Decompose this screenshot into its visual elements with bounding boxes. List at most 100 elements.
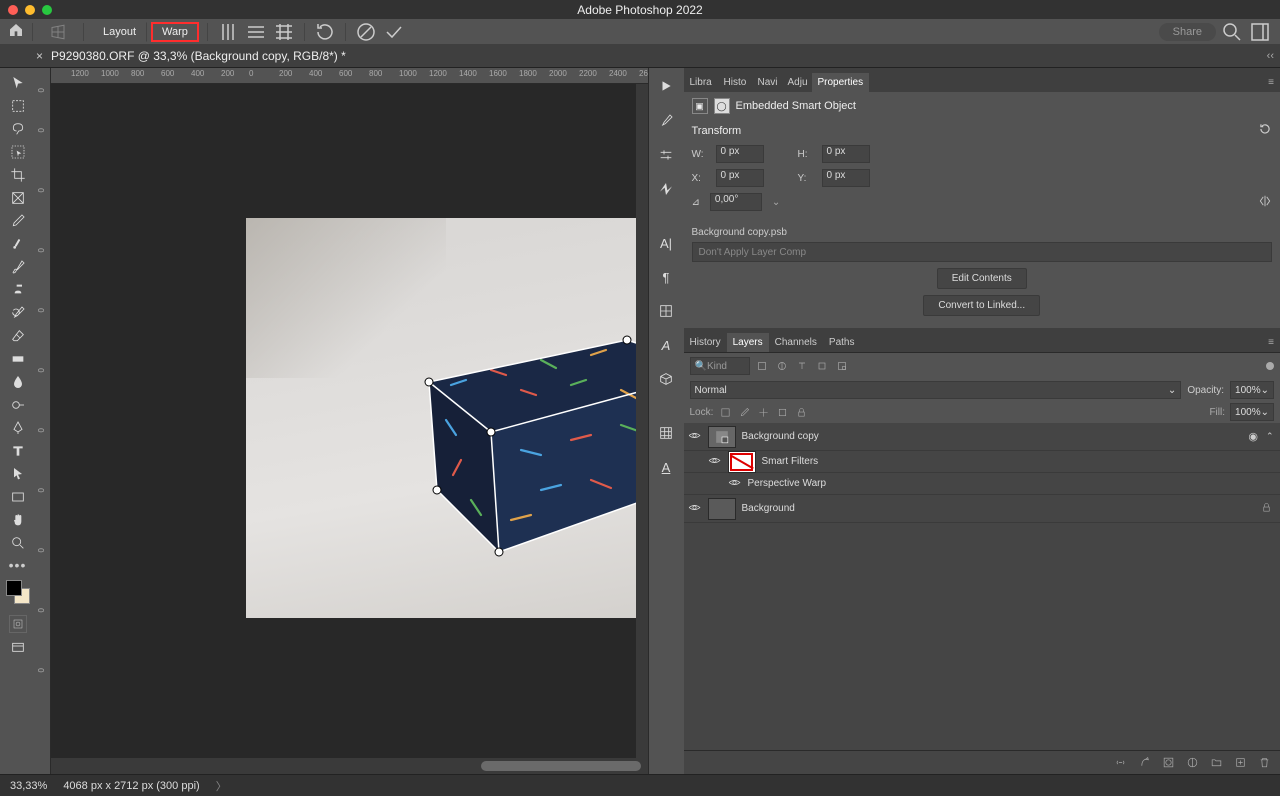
layer-name[interactable]: Background — [742, 503, 1256, 514]
properties-tab[interactable]: Properties — [812, 73, 870, 92]
search-icon[interactable] — [1220, 20, 1244, 44]
auto-warp-icon[interactable] — [272, 20, 296, 44]
straighten-vertical-icon[interactable] — [216, 20, 240, 44]
collapse-panels-icon[interactable]: ‹‹ — [1267, 50, 1274, 62]
filter-mask-thumbnail[interactable] — [728, 451, 756, 473]
height-input[interactable]: 0 px — [822, 145, 870, 163]
lasso-tool[interactable] — [4, 118, 32, 140]
blend-mode-select[interactable]: Normal⌄ — [690, 381, 1182, 399]
dodge-tool[interactable] — [4, 394, 32, 416]
filter-smart-icon[interactable] — [834, 358, 850, 374]
cancel-icon[interactable] — [354, 20, 378, 44]
actions-play-icon[interactable] — [652, 74, 680, 98]
3d-panel-icon[interactable] — [653, 366, 679, 392]
filter-toggle[interactable] — [1266, 362, 1274, 370]
lock-artboard-icon[interactable] — [775, 405, 789, 419]
brushes-panel-icon[interactable] — [653, 108, 679, 134]
window-zoom[interactable] — [42, 5, 52, 15]
layer-thumbnail[interactable] — [708, 426, 736, 448]
channels-tab[interactable]: Channels — [769, 333, 823, 352]
object-selection-tool[interactable] — [4, 141, 32, 163]
adjustment-layer-icon[interactable] — [1186, 756, 1200, 770]
paths-tab[interactable]: Paths — [823, 333, 861, 352]
filter-type-icon[interactable] — [794, 358, 810, 374]
gradient-tool[interactable] — [4, 348, 32, 370]
layers-tab[interactable]: Layers — [727, 333, 769, 352]
visibility-toggle[interactable] — [728, 476, 742, 492]
warp-mode-button[interactable]: Warp — [151, 22, 199, 42]
edit-contents-button[interactable]: Edit Contents — [937, 268, 1027, 289]
pen-tool[interactable] — [4, 417, 32, 439]
layer-row[interactable]: Background — [684, 495, 1280, 523]
color-swatches[interactable] — [4, 578, 32, 606]
delete-layer-icon[interactable] — [1258, 756, 1272, 770]
screen-mode-icon[interactable] — [4, 637, 32, 659]
history-brush-tool[interactable] — [4, 302, 32, 324]
angle-dropdown-icon[interactable]: ⌄ — [772, 197, 780, 208]
window-minimize[interactable] — [25, 5, 35, 15]
doc-dimensions[interactable]: 4068 px x 2712 px (300 ppi) — [63, 780, 199, 792]
visibility-toggle[interactable] — [688, 501, 702, 517]
x-input[interactable]: 0 px — [716, 169, 764, 187]
frame-tool[interactable] — [4, 187, 32, 209]
crop-tool[interactable] — [4, 164, 32, 186]
edit-toolbar[interactable]: ••• — [9, 557, 27, 573]
layer-filter-kind[interactable]: 🔍 Kind — [690, 357, 750, 375]
commit-icon[interactable] — [382, 20, 406, 44]
link-layers-icon[interactable] — [1114, 756, 1128, 770]
move-tool[interactable] — [4, 72, 32, 94]
clone-stamp-tool[interactable] — [4, 279, 32, 301]
visibility-toggle[interactable] — [708, 454, 722, 470]
document-tab-title[interactable]: P9290380.ORF @ 33,3% (Background copy, R… — [51, 49, 346, 63]
lock-all-icon[interactable] — [794, 405, 808, 419]
expand-icon[interactable]: ⌃ — [1266, 431, 1276, 442]
layer-name[interactable]: Background copy — [742, 431, 1243, 442]
close-document-icon[interactable]: × — [36, 49, 43, 63]
layout-mode-button[interactable]: Layout — [92, 22, 147, 42]
status-chevron-icon[interactable]: 〉 — [216, 778, 227, 794]
lock-transparent-icon[interactable] — [718, 405, 732, 419]
path-selection-tool[interactable] — [4, 463, 32, 485]
canvas-viewport[interactable]: Coffeed — [51, 84, 648, 758]
marquee-tool[interactable] — [4, 95, 32, 117]
adjustments-tab[interactable]: Adju — [782, 73, 812, 92]
reset-transform-icon[interactable] — [1258, 122, 1272, 139]
new-layer-icon[interactable] — [1234, 756, 1248, 770]
layer-thumbnail[interactable] — [708, 498, 736, 520]
char-styles-panel-icon[interactable]: A — [653, 332, 679, 358]
fill-input[interactable]: 100% ⌄ — [1230, 403, 1274, 421]
zoom-level[interactable]: 33,33% — [10, 780, 47, 792]
swatches-panel-icon[interactable] — [653, 420, 679, 446]
reset-icon[interactable] — [313, 20, 337, 44]
libraries-tab[interactable]: Libra — [684, 73, 718, 92]
opacity-input[interactable]: 100% ⌄ — [1230, 381, 1274, 399]
smart-filters-toggle-icon[interactable]: ◉ — [1248, 430, 1258, 443]
filter-adjust-icon[interactable] — [774, 358, 790, 374]
filter-shape-icon[interactable] — [814, 358, 830, 374]
paragraph-panel-icon[interactable]: ¶ — [653, 264, 679, 290]
filter-pixel-icon[interactable] — [754, 358, 770, 374]
zoom-tool[interactable] — [4, 532, 32, 554]
group-icon[interactable] — [1210, 756, 1224, 770]
layer-row[interactable]: Perspective Warp — [684, 473, 1280, 495]
navigator-tab[interactable]: Navi — [752, 73, 782, 92]
flip-horizontal-icon[interactable] — [1258, 194, 1272, 211]
layer-row[interactable]: Background copy ◉ ⌃ — [684, 423, 1280, 451]
glyphs-panel-icon[interactable] — [653, 298, 679, 324]
hand-tool[interactable] — [4, 509, 32, 531]
blur-tool[interactable] — [4, 371, 32, 393]
convert-to-linked-button[interactable]: Convert to Linked... — [923, 295, 1040, 316]
brush-tool[interactable] — [4, 256, 32, 278]
healing-brush-tool[interactable] — [4, 233, 32, 255]
history-tab[interactable]: History — [684, 333, 727, 352]
layers-panel-menu-icon[interactable]: ≡ — [1262, 333, 1280, 352]
y-input[interactable]: 0 px — [822, 169, 870, 187]
eraser-tool[interactable] — [4, 325, 32, 347]
straighten-horizontal-icon[interactable] — [244, 20, 268, 44]
eyedropper-tool[interactable] — [4, 210, 32, 232]
foreground-color[interactable] — [6, 580, 22, 596]
layer-row[interactable]: Smart Filters — [684, 451, 1280, 473]
layer-comp-select[interactable]: Don't Apply Layer Comp — [692, 242, 1273, 262]
layer-mask-icon[interactable] — [1162, 756, 1176, 770]
lock-image-icon[interactable] — [737, 405, 751, 419]
